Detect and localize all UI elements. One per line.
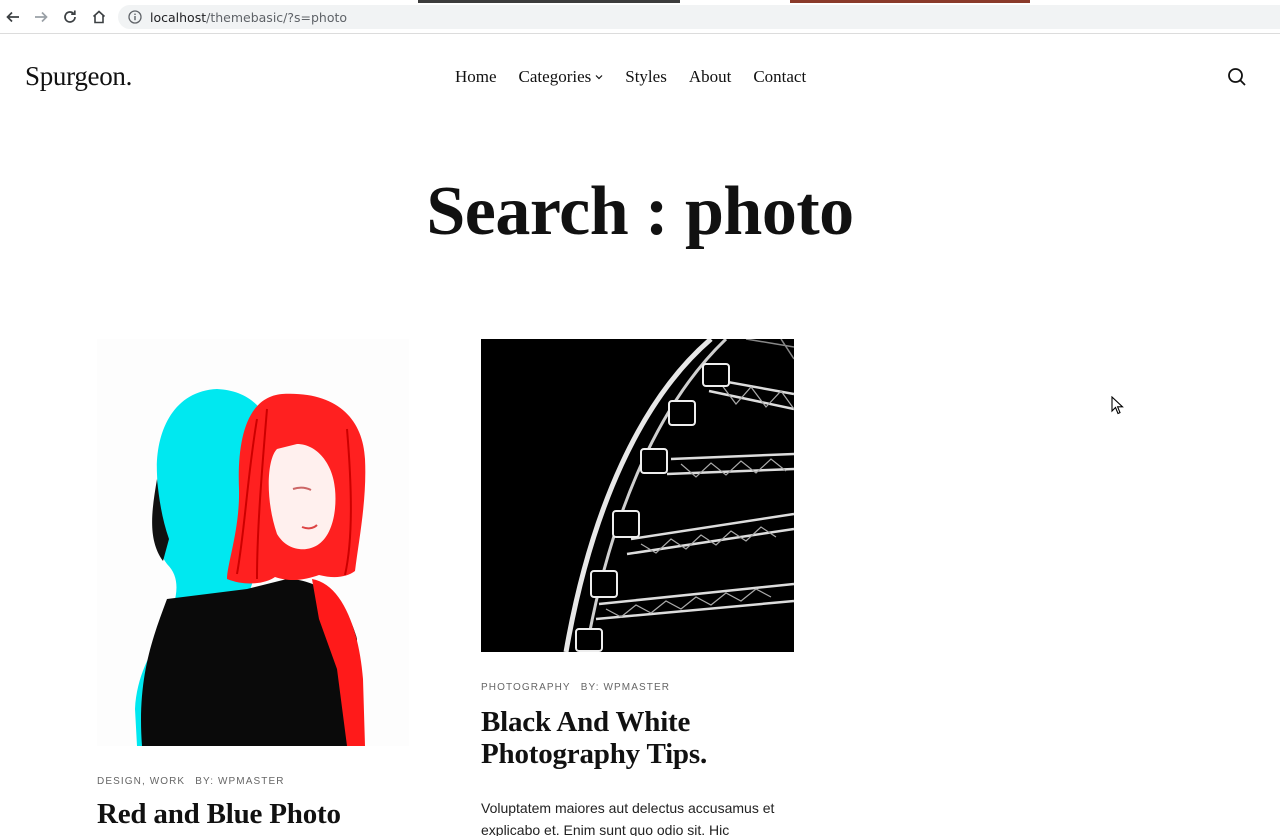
- tab-strip-edge: [418, 0, 680, 3]
- page-title: Search : photo: [426, 173, 854, 250]
- info-icon[interactable]: [128, 10, 142, 24]
- double-exposure-woman-image: [97, 339, 409, 746]
- post-title[interactable]: Black And White Photography Tips.: [481, 706, 794, 770]
- post-thumbnail[interactable]: [481, 339, 794, 652]
- arrow-left-icon: [6, 11, 19, 23]
- post-thumbnail[interactable]: [97, 339, 409, 746]
- ferris-wheel-image: [481, 339, 794, 652]
- post-author[interactable]: BY: WPMASTER: [581, 682, 670, 693]
- nav-label: Styles: [625, 67, 667, 86]
- reload-button[interactable]: [59, 6, 81, 28]
- nav-item-contact[interactable]: Contact: [753, 67, 806, 87]
- post-meta: PHOTOGRAPHY BY: WPMASTER: [481, 682, 670, 693]
- home-icon: [92, 10, 106, 24]
- chevron-down-icon: [595, 75, 603, 80]
- nav-item-home[interactable]: Home: [455, 67, 497, 87]
- nav-item-categories[interactable]: Categories: [519, 67, 604, 87]
- url-text: localhost/themebasic/?s=photo: [150, 10, 347, 25]
- post-categories[interactable]: DESIGN, WORK: [97, 776, 185, 787]
- home-button[interactable]: [88, 6, 110, 28]
- arrow-right-icon: [35, 11, 48, 23]
- nav-label: Home: [455, 67, 497, 86]
- nav-item-about[interactable]: About: [689, 67, 732, 87]
- browser-toolbar: localhost/themebasic/?s=photo: [0, 0, 1280, 34]
- site-logo[interactable]: Spurgeon.: [25, 61, 132, 92]
- main-navigation: Home Categories Styles About Contact: [455, 67, 806, 87]
- post-categories[interactable]: PHOTOGRAPHY: [481, 682, 571, 693]
- address-bar[interactable]: localhost/themebasic/?s=photo: [118, 5, 1280, 29]
- search-icon[interactable]: [1227, 67, 1247, 87]
- post-excerpt: Voluptatem maiores aut delectus accusamu…: [481, 800, 775, 836]
- mouse-cursor-icon: [1111, 396, 1124, 415]
- tab-strip-edge: [790, 0, 1030, 3]
- post-author[interactable]: BY: WPMASTER: [195, 776, 284, 787]
- url-path: /themebasic/?s=photo: [206, 9, 348, 25]
- post-card: DESIGN, WORK BY: WPMASTER Red and Blue Ph…: [97, 339, 409, 830]
- nav-label: About: [688, 67, 732, 86]
- post-meta: DESIGN, WORK BY: WPMASTER: [97, 776, 285, 787]
- reload-icon: [64, 10, 76, 23]
- post-card: PHOTOGRAPHY BY: WPMASTER Black And White …: [481, 339, 794, 836]
- nav-item-styles[interactable]: Styles: [625, 67, 667, 87]
- back-button[interactable]: [2, 6, 24, 28]
- url-host: localhost: [150, 9, 207, 25]
- post-title[interactable]: Red and Blue Photo: [97, 798, 417, 830]
- forward-button[interactable]: [30, 6, 52, 28]
- nav-label: Categories: [518, 67, 592, 86]
- nav-label: Contact: [753, 67, 807, 86]
